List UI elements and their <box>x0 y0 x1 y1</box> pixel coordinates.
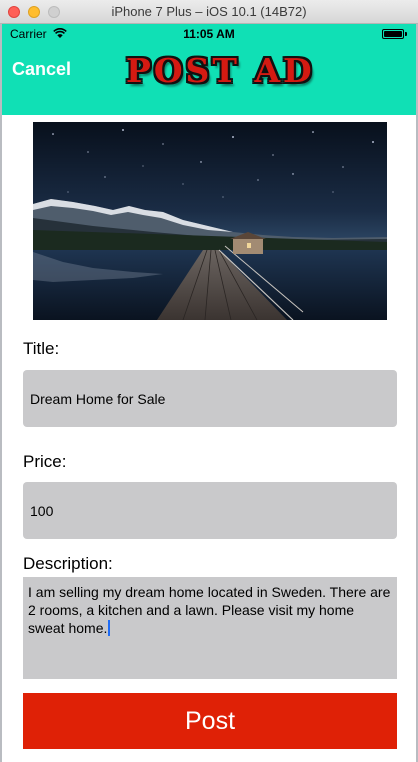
battery-icon <box>382 29 407 39</box>
post-button[interactable]: Post <box>23 693 397 749</box>
title-label: Title: <box>23 339 60 358</box>
window-title: iPhone 7 Plus – iOS 10.1 (14B72) <box>111 4 307 19</box>
status-bar: Carrier 11:05 AM <box>2 24 416 44</box>
title-input[interactable]: Dream Home for Sale <box>23 370 397 427</box>
text-cursor <box>108 620 111 636</box>
phone-screen: Carrier 11:05 AM Cancel POST AD Title: D… <box>2 24 416 762</box>
listing-photo[interactable] <box>33 122 387 320</box>
price-input[interactable]: 100 <box>23 482 397 539</box>
cancel-button[interactable]: Cancel <box>12 59 71 80</box>
status-time: 11:05 AM <box>183 27 235 41</box>
description-text: I am selling my dream home located in Sw… <box>28 584 391 636</box>
post-ad-title-logo: POST AD <box>126 51 315 90</box>
description-label: Description: <box>23 554 113 573</box>
price-label: Price: <box>23 452 67 471</box>
navigation-bar: Cancel POST AD <box>2 44 416 115</box>
simulator-title-bar: iPhone 7 Plus – iOS 10.1 (14B72) <box>0 0 418 24</box>
description-textarea[interactable]: I am selling my dream home located in Sw… <box>23 577 397 679</box>
